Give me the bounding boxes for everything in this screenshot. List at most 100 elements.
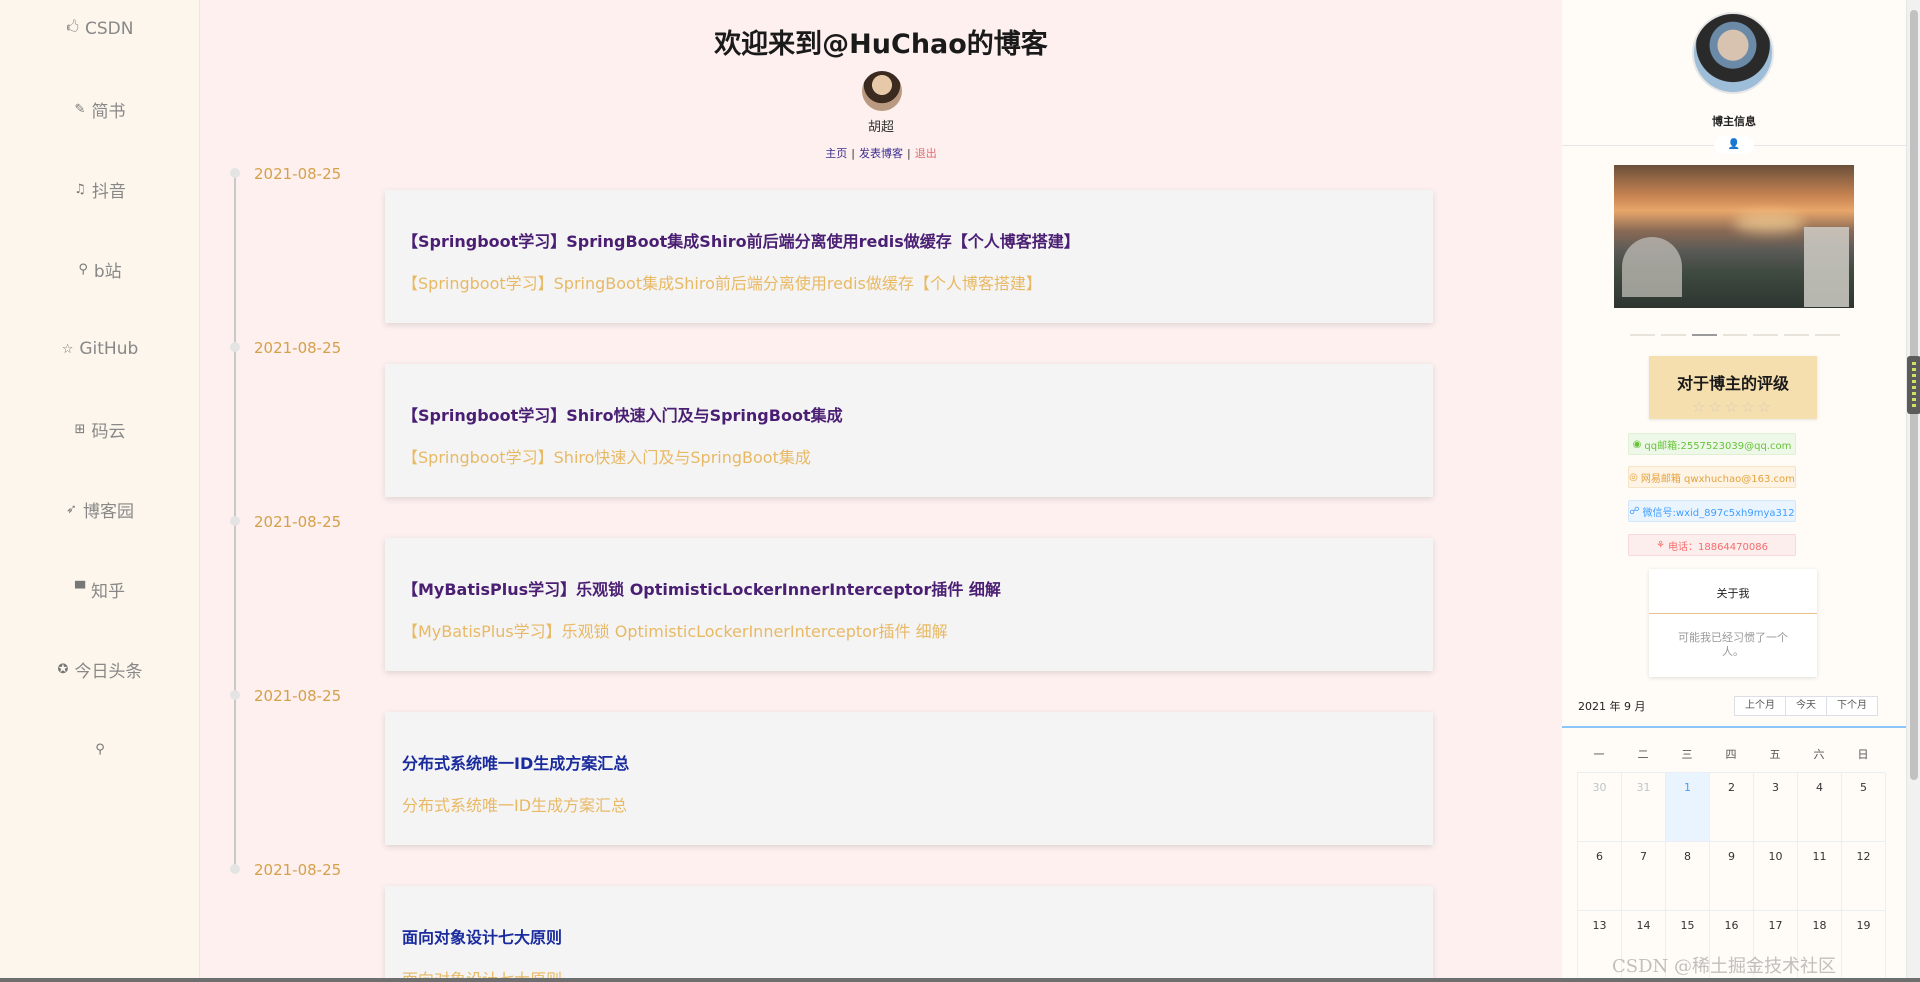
about-me-card: 关于我 可能我已经习惯了一个人。 — [1649, 569, 1817, 677]
calendar-day[interactable]: 4 — [1798, 773, 1842, 842]
nav-home-link[interactable]: 主页 — [821, 147, 851, 160]
calendar-day[interactable]: 6 — [1578, 842, 1622, 911]
banner-image[interactable] — [1614, 165, 1854, 308]
contact-qq-email: ◉ qq邮箱:2557523039@qq.com — [1628, 433, 1796, 455]
sidebar-item-label: CSDN — [85, 19, 134, 39]
nav-logout-link[interactable]: 退出 — [911, 147, 941, 160]
timeline-dot — [230, 516, 240, 526]
about-title: 关于我 — [1716, 587, 1750, 600]
carousel-indicator[interactable] — [1630, 334, 1655, 336]
sidebar-item-bilibili[interactable]: ⚲ b站 — [0, 254, 200, 284]
music-icon: ♫ — [74, 181, 86, 197]
calendar-weekday: 日 — [1857, 748, 1869, 761]
calendar-weekday: 二 — [1637, 748, 1649, 761]
paperclip-icon: ☍ — [1629, 505, 1640, 517]
search-icon: ⚲ — [78, 261, 88, 277]
calendar-day[interactable]: 12 — [1842, 842, 1886, 911]
nav-post-link[interactable]: 发表博客 — [855, 147, 907, 160]
sidebar-item-label: 抖音 — [91, 181, 126, 202]
carousel-indicator-active[interactable] — [1691, 334, 1717, 336]
sidebar-item-cnblogs[interactable]: ➶ 博客园 — [0, 494, 200, 524]
blogger-info-label: 博主信息 — [1712, 115, 1756, 128]
today-button[interactable]: 今天 — [1785, 696, 1827, 716]
pen-icon: ✎ — [74, 101, 86, 117]
banner-sun — [1734, 213, 1804, 233]
contact-text: qq邮箱:2557523039@qq.com — [1644, 440, 1792, 452]
post-description: 分布式系统唯一ID生成方案汇总 — [402, 796, 628, 815]
blogger-avatar[interactable] — [1692, 12, 1774, 94]
rating-title: 对于博主的评级 — [1676, 374, 1789, 393]
carousel-indicator[interactable] — [1660, 334, 1686, 336]
left-sidebar: 🖒 CSDN ✎ 简书 ♫ 抖音 ⚲ b站 ☆ GitHub ⊞ 码云 ➶ 博客… — [0, 0, 200, 982]
post-card[interactable]: 【MyBatisPlus学习】乐观锁 OptimisticLockerInner… — [385, 538, 1433, 671]
sidebar-item-douyin[interactable]: ♫ 抖音 — [0, 174, 200, 204]
calendar-weekday: 一 — [1593, 748, 1605, 761]
page-title: 欢迎来到@HuChao的博客 — [714, 29, 1048, 60]
next-month-button[interactable]: 下个月 — [1826, 696, 1878, 716]
sidebar-item-label: 博客园 — [82, 501, 134, 522]
sidebar-item-zhihu[interactable]: ▀ 知乎 — [0, 574, 200, 604]
calendar-day[interactable]: 10 — [1754, 842, 1798, 911]
sidebar-item-jianshu[interactable]: ✎ 简书 — [0, 94, 200, 124]
post-title[interactable]: 【Springboot学习】Shiro快速入门及与SpringBoot集成 — [402, 402, 843, 426]
calendar-day[interactable]: 31 — [1622, 773, 1666, 842]
timeline-dot — [230, 342, 240, 352]
carousel-indicator[interactable] — [1784, 334, 1810, 336]
post-card[interactable]: 【Springboot学习】Shiro快速入门及与SpringBoot集成 【S… — [385, 364, 1433, 497]
watermark: CSDN @稀土掘金技术社区 — [1612, 956, 1837, 977]
post-description: 【Springboot学习】Shiro快速入门及与SpringBoot集成 — [402, 448, 811, 467]
sidebar-item-toutiao[interactable]: ✪ 今日头条 — [0, 654, 200, 684]
prev-month-button[interactable]: 上个月 — [1734, 696, 1786, 716]
post-card[interactable]: 【Springboot学习】SpringBoot集成Shiro前后端分离使用re… — [385, 190, 1433, 323]
sidebar-item-github[interactable]: ☆ GitHub — [0, 334, 200, 364]
contact-wechat: ☍ 微信号:wxid_897c5xh9mya312 — [1628, 500, 1796, 522]
banner-building — [1622, 237, 1682, 297]
timeline-dot — [230, 690, 240, 700]
calendar-buttons: 上个月 今天 下个月 — [1734, 696, 1878, 716]
post-title[interactable]: 【Springboot学习】SpringBoot集成Shiro前后端分离使用re… — [402, 228, 1080, 252]
user-icon[interactable]: 👤 — [1714, 136, 1754, 154]
timeline-date: 2021-08-25 — [254, 339, 342, 357]
carousel-indicators — [1630, 334, 1841, 337]
sidebar-item-csdn[interactable]: 🖒 CSDN — [0, 14, 200, 44]
calendar-day[interactable]: 19 — [1842, 911, 1886, 980]
calendar-day[interactable]: 3 — [1754, 773, 1798, 842]
sidebar-item-search[interactable]: ⚲ — [0, 734, 200, 764]
calendar-day[interactable]: 1 — [1666, 773, 1710, 842]
sidebar-item-gitee[interactable]: ⊞ 码云 — [0, 414, 200, 444]
calendar-day[interactable]: 5 — [1842, 773, 1886, 842]
calendar-day[interactable]: 2 — [1710, 773, 1754, 842]
divider — [1649, 613, 1817, 614]
sidebar-item-label: 今日头条 — [74, 661, 143, 682]
carousel-indicator[interactable] — [1722, 334, 1748, 336]
calendar-weekday: 六 — [1813, 748, 1825, 761]
grid-icon: ⊞ — [74, 421, 86, 437]
top-nav: 主页 | 发表博客 | 退出 — [200, 145, 1562, 161]
sidebar-item-label: 码云 — [91, 421, 126, 442]
post-card[interactable]: 面向对象设计七大原则 面向对象设计七大原则 — [385, 886, 1433, 982]
post-title[interactable]: 【MyBatisPlus学习】乐观锁 OptimisticLockerInner… — [402, 576, 1001, 600]
calendar-weekdays: 一二三四五六日 — [1577, 746, 1885, 762]
avatar[interactable] — [862, 71, 902, 111]
rating-stars[interactable]: ☆☆☆☆☆ — [1649, 398, 1817, 416]
calendar-day[interactable]: 11 — [1798, 842, 1842, 911]
contact-text: 网易邮箱 qwxhuchao@163.com — [1640, 473, 1795, 485]
post-description: 【Springboot学习】SpringBoot集成Shiro前后端分离使用re… — [402, 274, 1042, 293]
calendar-day[interactable]: 7 — [1622, 842, 1666, 911]
carousel-indicator[interactable] — [1753, 334, 1779, 336]
calendar-day[interactable]: 9 — [1710, 842, 1754, 911]
calendar-day[interactable]: 30 — [1578, 773, 1622, 842]
sidebar-item-label: 知乎 — [91, 581, 125, 602]
calendar-day[interactable]: 8 — [1666, 842, 1710, 911]
timeline-dot — [230, 168, 240, 178]
timeline-date: 2021-08-25 — [254, 513, 342, 531]
post-title[interactable]: 分布式系统唯一ID生成方案汇总 — [402, 750, 629, 774]
post-title[interactable]: 面向对象设计七大原则 — [402, 924, 562, 948]
carousel-indicator[interactable] — [1815, 334, 1841, 336]
scrollbar[interactable] — [1906, 0, 1920, 982]
about-text: 可能我已经习惯了一个人。 — [1678, 631, 1788, 658]
post-card[interactable]: 分布式系统唯一ID生成方案汇总 分布式系统唯一ID生成方案汇总 — [385, 712, 1433, 845]
calendar-weekday: 五 — [1769, 748, 1781, 761]
sidebar-item-label: GitHub — [79, 339, 139, 359]
timeline-dot — [230, 864, 240, 874]
